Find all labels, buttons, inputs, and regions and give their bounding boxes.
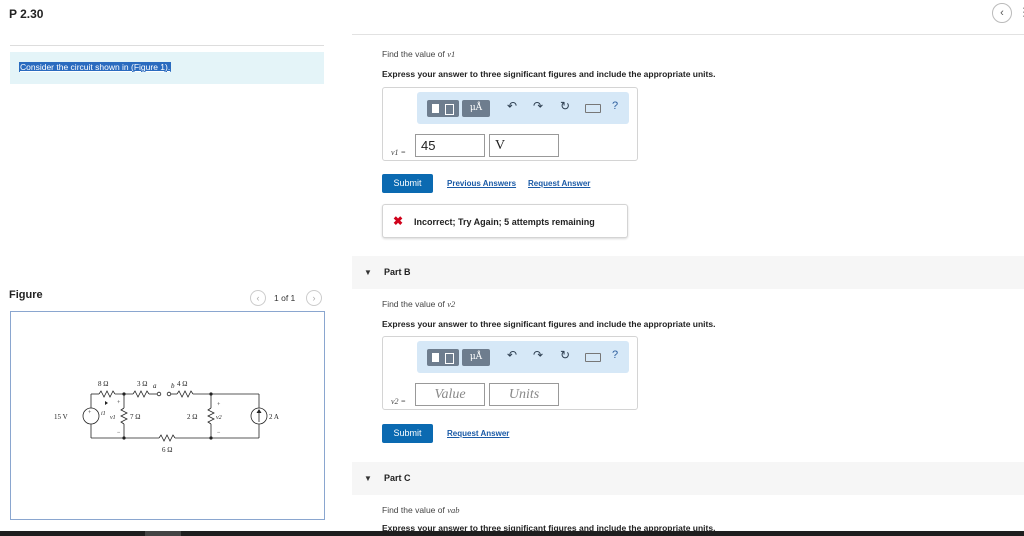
error-icon: ✖ — [393, 214, 404, 228]
label-node-a: a — [153, 382, 157, 390]
resistor-3ohm — [132, 390, 150, 398]
divider — [352, 34, 1024, 35]
feedback-text: Incorrect; Try Again; 5 attempts remaini… — [414, 217, 595, 227]
value-input[interactable]: Value — [415, 383, 485, 406]
part-a-instruction: Express your answer to three significant… — [382, 69, 716, 79]
label-current-source: 2 A — [269, 413, 279, 421]
label-source-voltage: 15 V — [54, 413, 68, 421]
reset-icon[interactable]: ↻ — [560, 348, 570, 362]
resistor-2ohm — [207, 407, 215, 425]
undo-icon[interactable]: ↶ — [507, 348, 517, 362]
label-v1-plus: + — [117, 400, 121, 406]
label-v2: v2 — [216, 415, 222, 421]
part-b-prompt: Find the value of v2 — [382, 299, 455, 309]
variable-label: v2 = — [391, 397, 406, 406]
help-icon[interactable]: ? — [612, 100, 618, 112]
prompt-text: Find the value of — [382, 299, 445, 309]
part-label: Part C — [384, 473, 411, 483]
label-r1: 8 Ω — [98, 380, 108, 388]
label-source-plus: + — [88, 410, 92, 416]
units-button[interactable]: μÅ — [462, 100, 490, 117]
part-a-prompt: Find the value of v1 — [382, 49, 455, 59]
request-answer-link[interactable]: Request Answer — [447, 429, 509, 438]
figure-next-icon[interactable]: › — [306, 290, 322, 306]
label-r5: 2 Ω — [187, 413, 197, 421]
prompt-text: Find the value of — [382, 49, 445, 59]
reset-icon[interactable]: ↻ — [560, 99, 570, 113]
units-input[interactable]: Units — [489, 383, 559, 406]
part-b-answer-box: μÅ ↶ ↷ ↻ ? v2 = Value Units — [382, 336, 638, 410]
part-a-answer-box: μÅ ↶ ↷ ↻ ? v1 = 45 V — [382, 87, 638, 161]
label-r4: 7 Ω — [130, 413, 140, 421]
figure-label: Figure — [9, 289, 43, 301]
keyboard-icon[interactable] — [585, 353, 601, 362]
prompt-text: Find the value of — [382, 505, 445, 515]
request-answer-link[interactable]: Request Answer — [528, 179, 590, 188]
collapse-arrow-icon[interactable]: ▼ — [364, 268, 372, 277]
label-r2: 3 Ω — [137, 380, 147, 388]
divider — [10, 45, 324, 46]
keyboard-icon[interactable] — [585, 104, 601, 113]
figure-count: 1 of 1 — [274, 293, 296, 303]
units-input[interactable]: V — [489, 134, 559, 157]
part-b-instruction: Express your answer to three significant… — [382, 319, 716, 329]
figure-prev-icon[interactable]: ‹ — [250, 290, 266, 306]
redo-icon[interactable]: ↷ — [533, 348, 543, 362]
label-r3: 4 Ω — [177, 380, 187, 388]
prompt-variable: v1 — [447, 49, 456, 59]
prompt-variable: vab — [447, 505, 460, 515]
label-v2-minus: − — [217, 430, 221, 436]
page-title: P 2.30 — [9, 7, 44, 21]
math-toolbar: μÅ ↶ ↷ ↻ ? — [417, 341, 629, 373]
submit-button[interactable]: Submit — [382, 174, 433, 193]
scrollbar-thumb[interactable] — [145, 531, 181, 536]
previous-answers-link[interactable]: Previous Answers — [447, 179, 516, 188]
help-icon[interactable]: ? — [612, 349, 618, 361]
part-c-header[interactable]: ▼ Part C — [352, 462, 1024, 495]
templates-icon[interactable] — [427, 349, 459, 366]
math-toolbar: μÅ ↶ ↷ ↻ ? — [417, 92, 629, 124]
prompt-variable: v2 — [447, 299, 456, 309]
part-c-prompt: Find the value of vab — [382, 505, 460, 515]
submit-button[interactable]: Submit — [382, 424, 433, 443]
resistor-6ohm — [158, 434, 176, 442]
value-input[interactable]: 45 — [415, 134, 485, 157]
undo-icon[interactable]: ↶ — [507, 99, 517, 113]
collapse-arrow-icon[interactable]: ▼ — [364, 474, 372, 483]
label-v2-plus: + — [217, 402, 221, 408]
more-icon[interactable]: ⋮ — [1018, 5, 1024, 19]
resistor-8ohm — [98, 390, 116, 398]
label-node-b: b — [171, 382, 175, 390]
feedback-box: ✖ Incorrect; Try Again; 5 attempts remai… — [382, 204, 628, 238]
label-r6: 6 Ω — [162, 446, 172, 454]
intro-box: Consider the circuit shown in (Figure 1)… — [10, 52, 324, 84]
part-b-header[interactable]: ▼ Part B — [352, 256, 1024, 289]
circuit-diagram: 8 Ω 3 Ω a b 4 Ω 15 V i1 v1 7 Ω 2 Ω v2 6 … — [54, 380, 279, 454]
back-icon[interactable]: ‹ — [992, 3, 1012, 23]
label-i1: i1 — [101, 411, 106, 417]
variable-label: v1 = — [391, 148, 406, 157]
templates-icon[interactable] — [427, 100, 459, 117]
figure-frame[interactable]: 8 Ω 3 Ω a b 4 Ω 15 V i1 v1 7 Ω 2 Ω v2 6 … — [10, 311, 325, 520]
label-v1-minus: − — [117, 430, 121, 436]
units-button[interactable]: μÅ — [462, 349, 490, 366]
label-v1: v1 — [110, 415, 116, 421]
resistor-4ohm — [176, 390, 194, 398]
resistor-7ohm — [120, 407, 128, 425]
part-label: Part B — [384, 267, 411, 277]
figure-link[interactable]: Consider the circuit shown in (Figure 1)… — [19, 62, 172, 72]
redo-icon[interactable]: ↷ — [533, 99, 543, 113]
